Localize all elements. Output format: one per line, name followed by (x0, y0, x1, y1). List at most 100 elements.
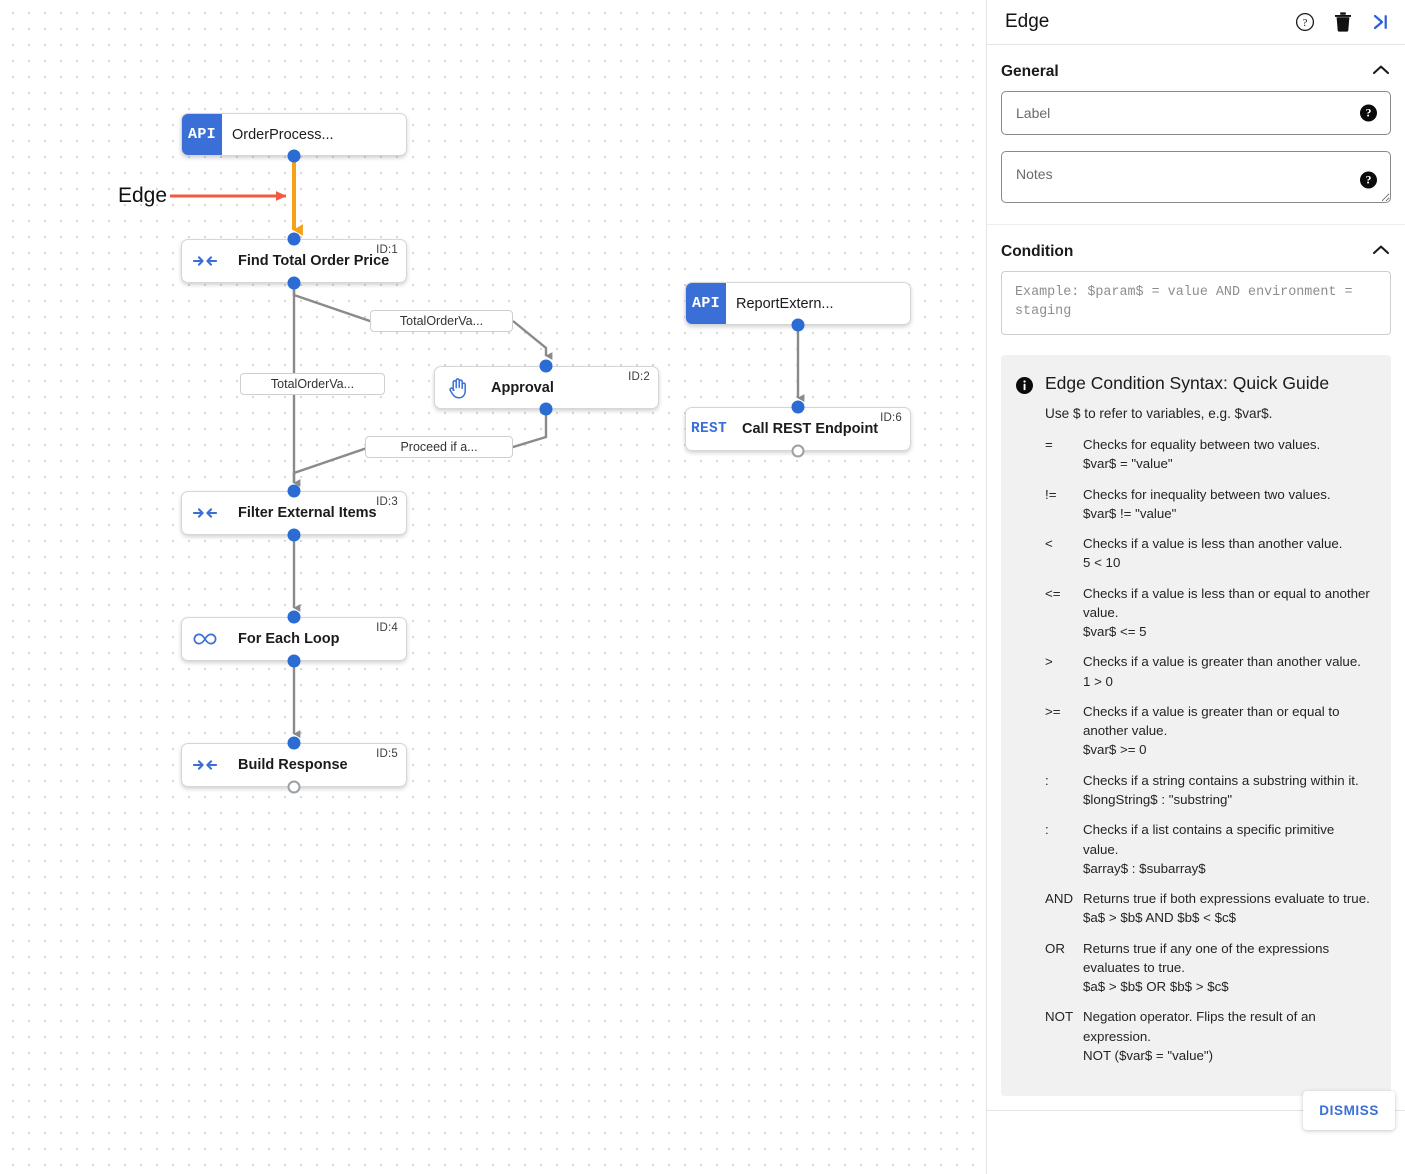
operator-example: $var$ != "value" (1083, 505, 1177, 521)
section-general-header[interactable]: General (1001, 45, 1391, 91)
delete-icon[interactable] (1334, 12, 1352, 32)
node-id-label: ID:6 (880, 412, 902, 424)
operator-symbol: >= (1045, 703, 1061, 719)
edge-label[interactable]: Proceed if a... (365, 436, 513, 458)
api-badge-icon: API (182, 114, 222, 155)
label-input[interactable] (1001, 91, 1391, 135)
condition-syntax-guide: Edge Condition Syntax: Quick Guide Use $… (1001, 355, 1391, 1097)
operator-row: <= Checks if a value is less than or equ… (1045, 584, 1371, 642)
panel-body: General ? ? (987, 45, 1405, 1110)
operator-symbol: != (1045, 486, 1057, 502)
operator-description: Checks for inequality between two values… (1083, 485, 1371, 524)
node-output-port[interactable] (287, 528, 301, 542)
help-icon[interactable]: ? (1295, 12, 1315, 32)
operator-description: Checks if a value is greater than or equ… (1083, 702, 1371, 760)
node-title: For Each Loop (238, 631, 340, 647)
operator-row: != Checks for inequality between two val… (1045, 485, 1371, 524)
panel-header: Edge ? (987, 0, 1405, 45)
operator-text: Checks if a value is greater than anothe… (1083, 654, 1361, 670)
node-output-port[interactable] (287, 149, 301, 163)
node-title: ReportExtern... (736, 295, 834, 312)
operator-example: $a$ > $b$ AND $b$ < $c$ (1083, 910, 1237, 926)
operator-description: Checks for equality between two values. … (1083, 435, 1371, 474)
node-input-port[interactable] (287, 736, 301, 750)
node-output-port[interactable] (791, 444, 805, 458)
notes-help-icon[interactable]: ? (1360, 171, 1377, 188)
operator-row: >= Checks if a value is greater than or … (1045, 702, 1371, 760)
operator-description: Checks if a value is greater than anothe… (1083, 652, 1371, 691)
flow-canvas[interactable]: Edge API OrderProcess... Find Total Orde… (0, 0, 986, 1174)
panel-footer: DISMISS (987, 1091, 1405, 1174)
merge-arrows-icon (182, 240, 228, 282)
operator-description: Negation operator. Flips the result of a… (1083, 1007, 1371, 1065)
operator-row: OR Returns true if any one of the expres… (1045, 939, 1371, 997)
operator-example: $array$ : $subarray$ (1083, 860, 1206, 876)
hand-icon (435, 367, 481, 408)
node-output-port[interactable] (287, 276, 301, 290)
operator-row: > Checks if a value is greater than anot… (1045, 652, 1371, 691)
label-field-wrapper: ? (1001, 91, 1391, 135)
node-input-port[interactable] (539, 359, 553, 373)
edge-label[interactable]: TotalOrderVa... (370, 310, 513, 332)
operator-row: : Checks if a list contains a specific p… (1045, 820, 1371, 878)
operator-symbol: : (1045, 822, 1049, 838)
chevron-up-icon[interactable] (1371, 63, 1391, 81)
node-input-port[interactable] (287, 610, 301, 624)
operator-example: $a$ > $b$ OR $b$ > $c$ (1083, 979, 1229, 995)
node-title: Call REST Endpoint (742, 421, 879, 437)
operator-symbol: : (1045, 772, 1049, 788)
operator-example: NOT ($var$ = "value") (1083, 1047, 1214, 1063)
merge-arrows-icon (182, 492, 228, 534)
rest-badge-icon: REST (686, 408, 732, 450)
node-input-port[interactable] (287, 484, 301, 498)
node-id-label: ID:2 (628, 371, 650, 383)
app-root: Edge API OrderProcess... Find Total Orde… (0, 0, 1405, 1174)
section-condition: Condition Example: $param$ = value AND e… (987, 225, 1405, 1097)
guide-title: Edge Condition Syntax: Quick Guide (1045, 373, 1330, 393)
section-general: General ? ? (987, 45, 1405, 225)
dismiss-button[interactable]: DISMISS (1303, 1091, 1395, 1130)
operator-symbol: OR (1045, 940, 1065, 956)
operator-text: Checks if a list contains a specific pri… (1083, 822, 1335, 857)
section-condition-title: Condition (1001, 243, 1074, 260)
chevron-up-icon[interactable] (1371, 243, 1391, 261)
node-input-port[interactable] (287, 232, 301, 246)
edge-properties-panel: Edge ? General Label ? Notes ? Condition… (986, 0, 1405, 1174)
edge-annotation-label: Edge (118, 184, 168, 207)
notes-input[interactable] (1001, 151, 1391, 203)
operator-row: AND Returns true if both expressions eva… (1045, 889, 1371, 928)
operator-example: 1 > 0 (1083, 673, 1113, 689)
condition-input[interactable]: Example: $param$ = value AND environment… (1001, 271, 1391, 335)
guide-body: Edge Condition Syntax: Quick Guide Use $… (1045, 373, 1371, 1076)
node-output-port[interactable] (539, 402, 553, 416)
node-title: Build Response (238, 757, 348, 773)
operator-symbol: NOT (1045, 1009, 1074, 1025)
node-id-label: ID:1 (376, 244, 398, 256)
node-output-port[interactable] (287, 780, 301, 794)
panel-title: Edge (1005, 11, 1050, 32)
panel-header-actions: ? (1295, 12, 1391, 32)
node-output-port[interactable] (791, 318, 805, 332)
node-title: Filter External Items (238, 505, 377, 521)
node-title: OrderProcess... (232, 126, 334, 143)
operator-example: $var$ = "value" (1083, 456, 1173, 472)
label-help-icon[interactable]: ? (1360, 104, 1377, 122)
operator-description: Checks if a string contains a substring … (1083, 771, 1371, 810)
collapse-panel-icon[interactable] (1371, 13, 1391, 31)
node-input-port[interactable] (791, 400, 805, 414)
operator-text: Returns true if any one of the expressio… (1083, 940, 1330, 975)
operator-symbol: > (1045, 654, 1053, 670)
operator-symbol: <= (1045, 585, 1061, 601)
operator-text: Checks if a string contains a substring … (1083, 772, 1359, 788)
operator-symbol: AND (1045, 891, 1074, 907)
operator-example: $longString$ : "substring" (1083, 791, 1233, 807)
api-badge-icon: API (686, 283, 726, 324)
node-title: Approval (491, 379, 554, 396)
svg-text:?: ? (1303, 17, 1308, 29)
node-id-label: ID:3 (376, 496, 398, 508)
operator-text: Returns true if both expressions evaluat… (1083, 891, 1370, 907)
guide-intro: Use $ to refer to variables, e.g. $var$. (1045, 406, 1273, 421)
node-output-port[interactable] (287, 654, 301, 668)
section-condition-header[interactable]: Condition (1001, 225, 1391, 271)
edge-label[interactable]: TotalOrderVa... (240, 373, 385, 395)
